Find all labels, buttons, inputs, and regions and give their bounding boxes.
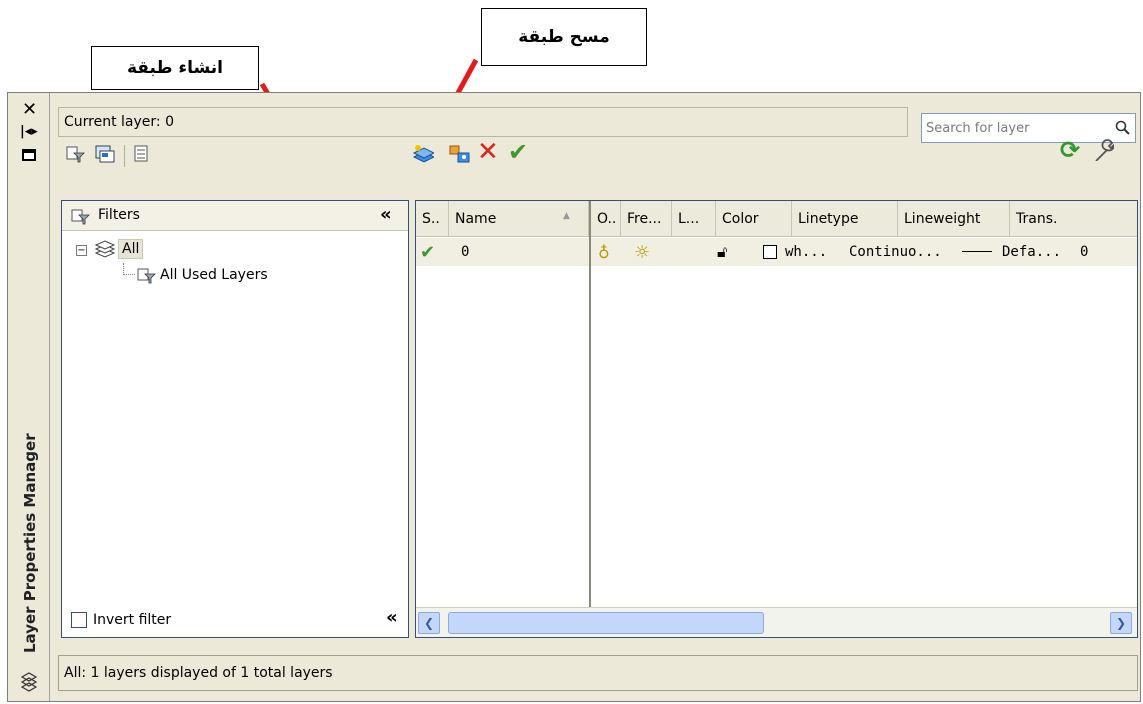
collapse-filters-icon[interactable]: «	[380, 204, 392, 225]
new-layer-vp-frozen-icon[interactable]	[448, 143, 470, 165]
color-swatch[interactable]	[763, 245, 777, 259]
filters-header: Filters «	[62, 201, 408, 231]
collapse-filters-bottom-icon[interactable]: «	[386, 607, 398, 628]
current-layer-bar: Current layer: 0	[58, 107, 908, 137]
sort-ascending-icon: ▲	[563, 211, 570, 221]
new-property-filter-icon[interactable]	[64, 143, 86, 165]
unlocked-icon[interactable]: 🔓︎	[717, 238, 739, 266]
scroll-right-button[interactable]: ❯	[1110, 612, 1132, 634]
frozen-column-divider	[589, 237, 591, 607]
horizontal-scrollbar[interactable]: ❮ ❯	[416, 607, 1137, 637]
column-lineweight[interactable]: Lineweight	[898, 201, 1010, 237]
column-freeze[interactable]: Fre...	[621, 201, 672, 237]
search-icon[interactable]	[1115, 120, 1131, 136]
layer-transparency[interactable]: 0	[1080, 238, 1120, 266]
set-current-icon[interactable]: ✔	[508, 139, 528, 165]
scroll-left-button[interactable]: ❮	[418, 612, 440, 634]
column-status[interactable]: S..	[416, 201, 449, 237]
thaw-sun-icon[interactable]: ☼	[634, 238, 658, 266]
column-color[interactable]: Color	[716, 201, 792, 237]
lineweight-sample	[962, 251, 992, 252]
auto-hide-icon[interactable]: |◂▸	[20, 125, 38, 139]
scroll-thumb[interactable]	[448, 612, 764, 634]
layer-states-manager-icon[interactable]	[132, 143, 154, 165]
delete-layer-icon[interactable]: ✕	[477, 139, 499, 165]
used-layers-filter-icon	[137, 268, 156, 284]
column-name[interactable]: Name ▲	[449, 201, 589, 237]
tree-expand-toggle[interactable]: −	[76, 245, 87, 256]
on-bulb-icon[interactable]: ♁	[598, 238, 618, 266]
column-transparency[interactable]: Trans.	[1010, 201, 1137, 237]
new-group-filter-icon[interactable]	[94, 143, 116, 165]
toolbar-separator	[124, 145, 125, 167]
column-name-label: Name	[455, 211, 497, 227]
close-icon[interactable]: ✕	[22, 101, 37, 119]
search-placeholder: Search for layer	[926, 120, 1030, 136]
invert-filter-checkbox[interactable]	[71, 612, 87, 628]
layer-list-header: S.. Name ▲ O.. Fre... L... Color Linetyp…	[416, 201, 1137, 237]
column-linetype[interactable]: Linetype	[792, 201, 898, 237]
current-layer-label: Current layer: 0	[64, 114, 174, 130]
settings-icon[interactable]	[1092, 139, 1114, 161]
refresh-icon[interactable]: ⟳	[1060, 137, 1080, 163]
palette-title-strip: ✕ |◂▸ Layer Properties Manager	[8, 93, 50, 701]
column-lock[interactable]: L...	[672, 201, 716, 237]
tree-item-all-used-layers[interactable]: All Used Layers	[160, 267, 268, 283]
layer-lineweight[interactable]: Defa...	[1002, 238, 1072, 266]
layer-color[interactable]: wh...	[785, 238, 845, 266]
filters-icon	[71, 209, 90, 225]
new-layer-icon[interactable]	[412, 143, 434, 165]
palette-title: Layer Properties Manager	[21, 433, 39, 653]
invert-filter-label: Invert filter	[93, 612, 172, 628]
layer-name[interactable]: 0	[461, 238, 581, 266]
filters-panel: Filters « − All All Used Layers	[61, 200, 409, 638]
current-layer-check-icon: ✔	[420, 241, 436, 263]
tree-item-all-label: All	[122, 241, 140, 257]
layer-properties-palette: ✕ |◂▸ Layer Properties Manager Current l…	[7, 92, 1141, 702]
layer-linetype[interactable]: Continuo...	[849, 238, 949, 266]
properties-icon[interactable]	[22, 149, 36, 161]
filters-title: Filters	[98, 207, 140, 223]
status-text: All: 1 layers displayed of 1 total layer…	[64, 665, 333, 681]
status-bar: All: 1 layers displayed of 1 total layer…	[58, 655, 1138, 691]
layer-list: S.. Name ▲ O.. Fre... L... Color Linetyp…	[415, 200, 1138, 638]
layers-icon	[20, 672, 38, 692]
column-on[interactable]: O..	[589, 201, 621, 237]
all-layers-icon	[94, 240, 116, 258]
tree-connector	[123, 263, 135, 275]
table-row[interactable]: ✔ 0 ♁ ☼ 🔓︎ wh... Continuo... Defa... 0	[416, 238, 1137, 266]
tree-item-all[interactable]: All	[118, 239, 144, 259]
